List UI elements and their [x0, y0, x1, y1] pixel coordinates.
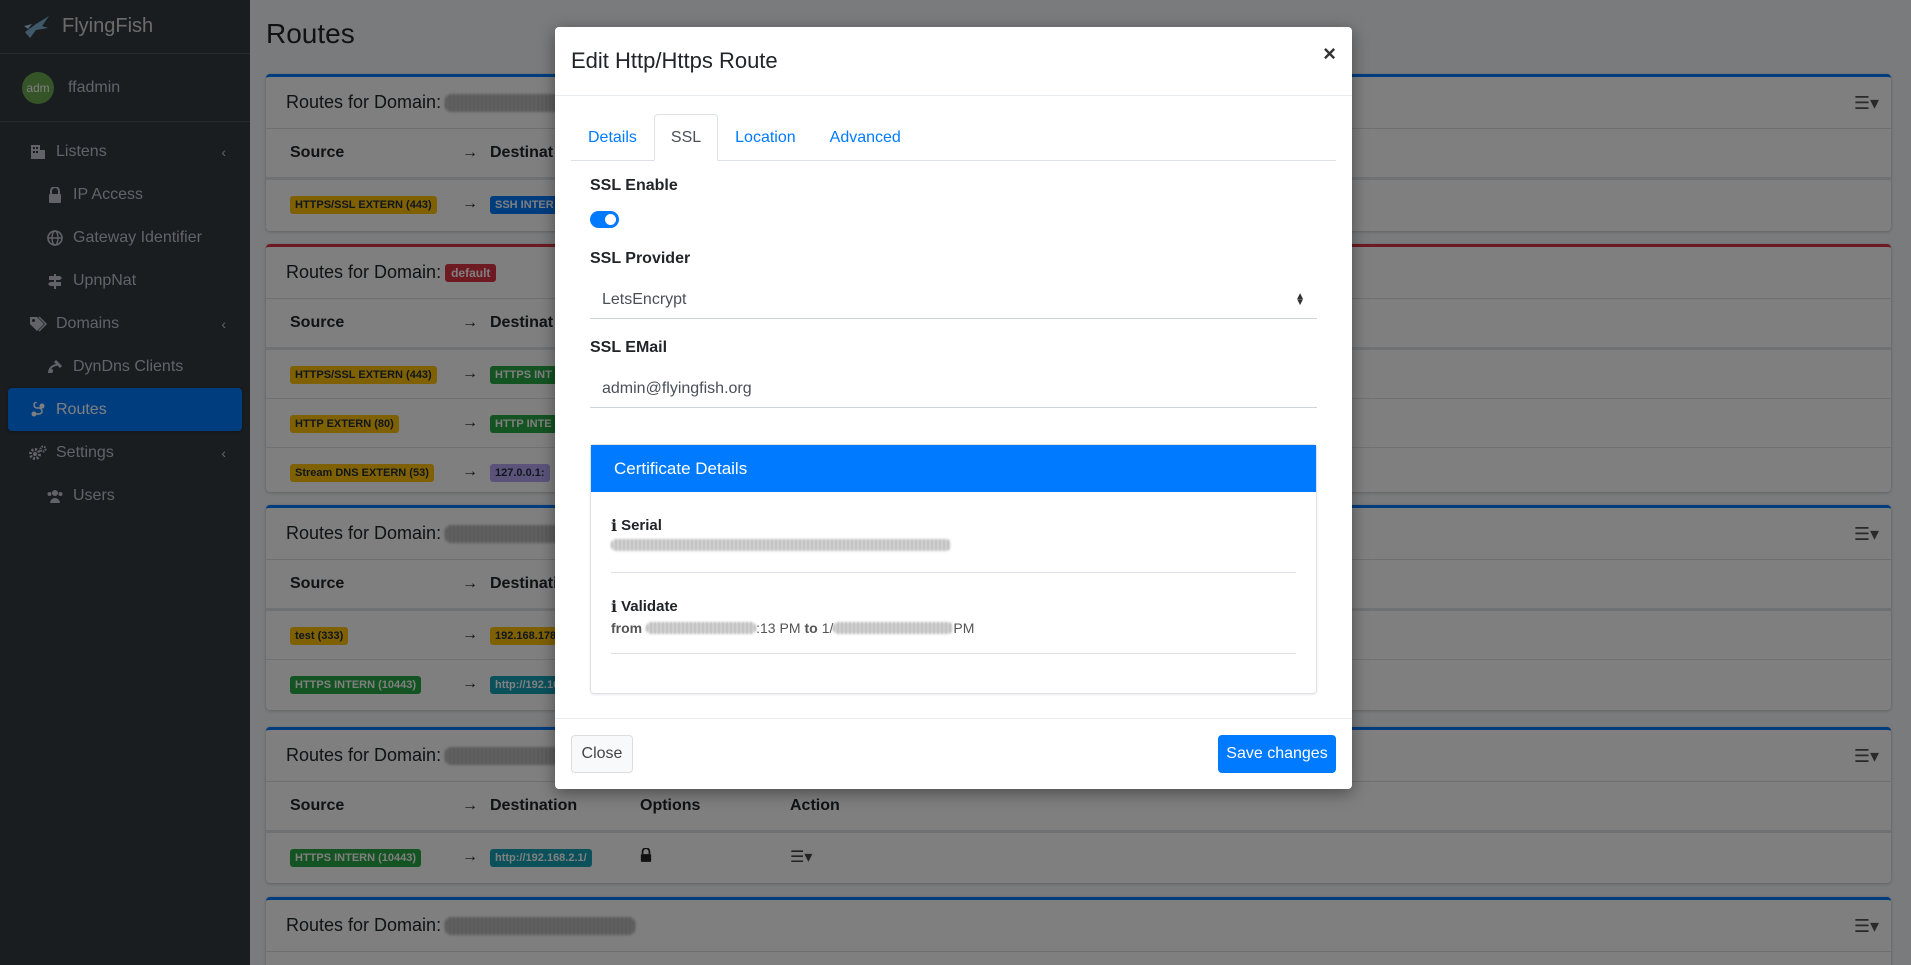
ssl-email-input[interactable]: admin@flyingfish.org — [590, 370, 1317, 408]
tab-advanced[interactable]: Advanced — [813, 114, 918, 161]
ssl-email-label: SSL EMail — [590, 339, 668, 356]
edit-route-modal: Edit Http/Https Route × Details SSL Loca… — [555, 27, 1352, 789]
to-word: to — [804, 620, 818, 636]
modal-tabs: Details SSL Location Advanced — [571, 114, 1336, 161]
blurred-to-date — [833, 622, 954, 634]
from-word: from — [611, 620, 643, 636]
serial-label: Serial — [621, 517, 662, 534]
certificate-details-title: Certificate Details — [591, 445, 1316, 492]
save-changes-button[interactable]: Save changes — [1218, 735, 1336, 773]
tab-ssl[interactable]: SSL — [653, 114, 719, 161]
close-icon[interactable]: × — [1323, 41, 1336, 67]
from-time: :13 PM — [756, 620, 801, 636]
info-icon: i — [611, 597, 618, 616]
tab-details[interactable]: Details — [571, 114, 654, 161]
to-date-start: 1/ — [821, 620, 834, 636]
modal-footer: Close Save changes — [555, 718, 1352, 789]
select-caret-icon: ▲ ▼ — [1295, 290, 1305, 308]
ssl-provider-label: SSL Provider — [590, 250, 691, 267]
ssl-email-value: admin@flyingfish.org — [602, 379, 752, 397]
blurred-from-date — [646, 622, 757, 634]
info-icon: i — [611, 516, 618, 535]
modal-title: Edit Http/Https Route — [571, 48, 778, 73]
serial-item: i Serial — [611, 492, 1296, 573]
ssl-enable-label: SSL Enable — [590, 177, 678, 194]
blurred-serial — [611, 539, 951, 551]
validate-value: from :13 PM to 1/ PM — [611, 620, 1296, 636]
serial-value — [611, 539, 1296, 551]
certificate-details-card: Certificate Details i Serial i Validate … — [590, 444, 1317, 694]
modal-header: Edit Http/Https Route — [555, 27, 1352, 96]
ssl-provider-value: LetsEncrypt — [602, 290, 687, 308]
ssl-provider-select[interactable]: LetsEncrypt ▲ ▼ — [590, 281, 1317, 319]
validate-label: Validate — [621, 598, 678, 615]
close-button[interactable]: Close — [571, 735, 633, 773]
ssl-form: SSL Enable SSL Provider LetsEncrypt ▲ ▼ S… — [590, 177, 1317, 408]
to-time: PM — [953, 620, 975, 636]
validate-item: i Validate from :13 PM to 1/ PM — [611, 573, 1296, 654]
ssl-enable-toggle[interactable] — [590, 211, 619, 228]
tab-location[interactable]: Location — [718, 114, 813, 161]
